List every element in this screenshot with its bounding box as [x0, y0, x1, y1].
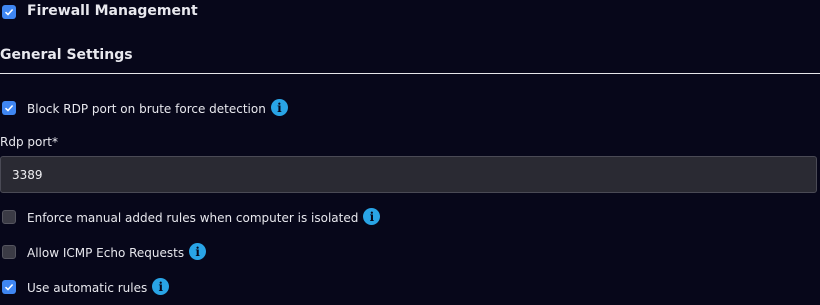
- info-icon[interactable]: i: [189, 243, 207, 260]
- allow-icmp-checkbox[interactable]: [2, 245, 16, 259]
- firewall-management-checkbox[interactable]: [2, 5, 16, 19]
- section-divider: [0, 73, 820, 74]
- checkmark-icon: [4, 104, 14, 112]
- rdp-port-input[interactable]: [0, 156, 817, 193]
- enforce-manual-rules-checkbox[interactable]: [2, 210, 16, 224]
- use-automatic-rules-label: Use automatic rules: [27, 281, 148, 295]
- allow-icmp-row: Allow ICMP Echo Requests i: [27, 243, 207, 262]
- firewall-management-title: Firewall Management: [27, 3, 198, 19]
- checkmark-icon: [4, 283, 14, 291]
- info-icon[interactable]: i: [270, 99, 288, 116]
- enforce-manual-rules-row: Enforce manual added rules when computer…: [27, 208, 381, 227]
- info-icon[interactable]: i: [363, 208, 381, 225]
- firewall-settings-panel: Firewall Management General Settings Blo…: [0, 0, 820, 305]
- block-rdp-row: Block RDP port on brute force detection i: [27, 99, 288, 118]
- use-automatic-rules-checkbox[interactable]: [2, 280, 16, 294]
- info-icon[interactable]: i: [152, 278, 170, 295]
- checkmark-icon: [4, 8, 14, 16]
- rdp-port-label: Rdp port*: [0, 135, 58, 149]
- block-rdp-checkbox[interactable]: [2, 101, 16, 115]
- use-automatic-rules-row: Use automatic rules i: [27, 278, 170, 297]
- block-rdp-label: Block RDP port on brute force detection: [27, 102, 266, 116]
- general-settings-heading: General Settings: [0, 47, 133, 63]
- allow-icmp-label: Allow ICMP Echo Requests: [27, 246, 185, 260]
- enforce-manual-rules-label: Enforce manual added rules when computer…: [27, 211, 359, 225]
